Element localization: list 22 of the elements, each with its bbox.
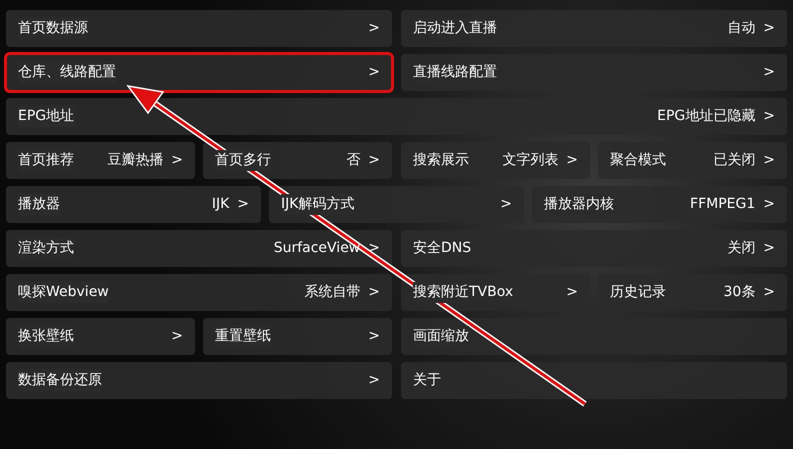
settings-item[interactable]: 首页数据源 > bbox=[6, 10, 392, 47]
settings-item[interactable]: 数据备份还原 > bbox=[6, 362, 392, 399]
settings-item[interactable]: EPG地址 EPG地址已隐藏 > bbox=[6, 98, 787, 135]
settings-item[interactable]: 搜索附近TVBox > bbox=[401, 274, 590, 311]
settings-item[interactable]: 画面缩放 bbox=[401, 318, 787, 355]
settings-item[interactable]: IJK解码方式 > bbox=[269, 186, 524, 223]
settings-item[interactable]: 聚合模式 已关闭 > bbox=[598, 142, 787, 179]
settings-item[interactable]: 历史记录 30条 > bbox=[598, 274, 787, 311]
settings-item[interactable]: 仓库、线路配置 > bbox=[6, 54, 392, 91]
settings-item[interactable]: 搜索展示 文字列表 > bbox=[401, 142, 590, 179]
settings-item[interactable]: 播放器 IJK > bbox=[6, 186, 261, 223]
settings-item[interactable]: 启动进入直播 自动 > bbox=[401, 10, 787, 47]
settings-item[interactable]: 嗅探Webview 系统自带 > bbox=[6, 274, 392, 311]
settings-item[interactable]: 播放器内核 FFMPEG1 > bbox=[532, 186, 787, 223]
settings-item[interactable]: 安全DNS 关闭 > bbox=[401, 230, 787, 267]
settings-item[interactable]: 直播线路配置 > bbox=[401, 54, 787, 91]
settings-item[interactable]: 换张壁纸 > bbox=[6, 318, 195, 355]
settings-item[interactable]: 渲染方式 SurfaceView > bbox=[6, 230, 392, 267]
settings-item[interactable]: 首页多行 否 > bbox=[203, 142, 392, 179]
settings-item[interactable]: 首页推荐 豆瓣热播 > bbox=[6, 142, 195, 179]
settings-item[interactable]: 重置壁纸 > bbox=[203, 318, 392, 355]
settings-item[interactable]: 关于 bbox=[401, 362, 787, 399]
